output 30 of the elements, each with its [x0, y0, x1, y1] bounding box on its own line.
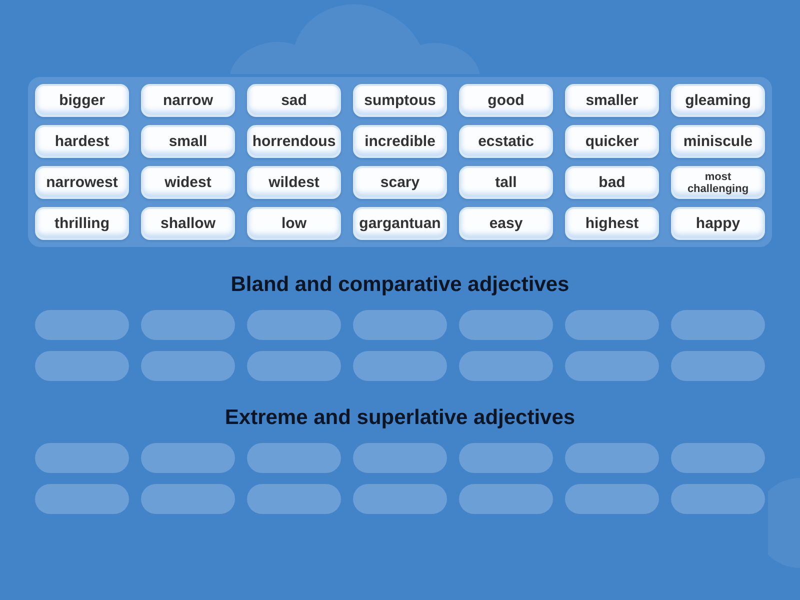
- group-heading: Extreme and superlative adjectives: [224, 406, 576, 430]
- word-card[interactable]: good: [459, 84, 553, 117]
- word-card[interactable]: hardest: [35, 125, 129, 158]
- word-card[interactable]: thrilling: [35, 207, 129, 240]
- word-card[interactable]: sad: [247, 84, 341, 117]
- word-card[interactable]: horrendous: [247, 125, 341, 158]
- word-card[interactable]: smaller: [565, 84, 659, 117]
- word-card[interactable]: shallow: [141, 207, 235, 240]
- word-card[interactable]: easy: [459, 207, 553, 240]
- word-card[interactable]: tall: [459, 166, 553, 199]
- word-card[interactable]: miniscule: [671, 125, 765, 158]
- word-card[interactable]: sumptous: [353, 84, 447, 117]
- word-card[interactable]: wildest: [247, 166, 341, 199]
- word-card[interactable]: low: [247, 207, 341, 240]
- word-card[interactable]: ecstatic: [459, 125, 553, 158]
- word-card[interactable]: gleaming: [671, 84, 765, 117]
- word-card[interactable]: gargantuan: [353, 207, 447, 240]
- word-card[interactable]: most challenging: [671, 166, 765, 199]
- word-card[interactable]: bigger: [35, 84, 129, 117]
- word-card[interactable]: small: [141, 125, 235, 158]
- word-card[interactable]: incredible: [353, 125, 447, 158]
- word-card[interactable]: bad: [565, 166, 659, 199]
- word-card[interactable]: quicker: [565, 125, 659, 158]
- word-card[interactable]: narrow: [141, 84, 235, 117]
- group-heading: Bland and comparative adjectives: [230, 273, 570, 297]
- word-card[interactable]: widest: [141, 166, 235, 199]
- word-card[interactable]: highest: [565, 207, 659, 240]
- word-card[interactable]: scary: [353, 166, 447, 199]
- word-card[interactable]: happy: [671, 207, 765, 240]
- word-card[interactable]: narrowest: [35, 166, 129, 199]
